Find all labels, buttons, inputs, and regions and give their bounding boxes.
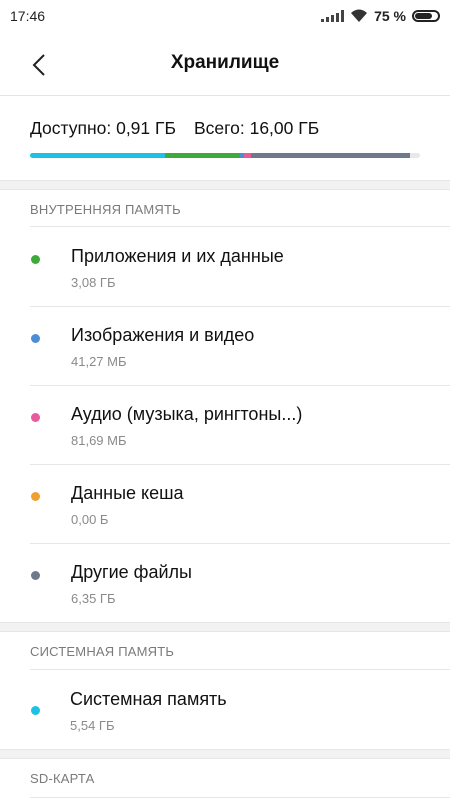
- cache-color-dot: [31, 492, 40, 501]
- storage-summary: Доступно: 0,91 ГБ Всего: 16,00 ГБ: [0, 96, 450, 180]
- section-separator: [0, 749, 450, 759]
- images-color-dot: [31, 334, 40, 343]
- system-color-dot: [31, 706, 40, 715]
- page-title: Хранилище: [170, 52, 280, 73]
- item-label: Данные кеша: [71, 483, 184, 503]
- usage-bar-segment-apps: [164, 153, 240, 158]
- storage-item-cache[interactable]: Данные кеша 0,00 Б: [0, 465, 450, 543]
- other-color-dot: [31, 571, 40, 580]
- storage-item-apps[interactable]: Приложения и их данные 3,08 ГБ: [0, 228, 450, 306]
- item-size: 81,69 МБ: [71, 433, 127, 448]
- battery-percent: 75 %: [374, 8, 406, 24]
- item-size: 3,08 ГБ: [71, 275, 116, 290]
- item-size: 41,27 МБ: [71, 354, 127, 369]
- item-label: Приложения и их данные: [71, 246, 284, 266]
- item-size: 5,54 ГБ: [70, 718, 115, 733]
- section-title-sd-card: SD-КАРТА: [30, 771, 95, 786]
- item-size: 0,00 Б: [71, 512, 109, 527]
- status-time: 17:46: [10, 8, 46, 24]
- total-storage: Всего: 16,00 ГБ: [193, 118, 320, 138]
- item-label: Системная память: [70, 689, 227, 709]
- divider: [30, 226, 450, 227]
- status-icons: 75 %: [321, 8, 440, 24]
- storage-item-other-files[interactable]: Другие файлы 6,35 ГБ: [0, 544, 450, 622]
- usage-bar-segment-system: [30, 153, 165, 158]
- divider: [30, 669, 450, 670]
- apps-color-dot: [31, 255, 40, 264]
- section-title-internal: ВНУТРЕННЯЯ ПАМЯТЬ: [30, 202, 181, 217]
- section-title-system: СИСТЕМНАЯ ПАМЯТЬ: [30, 644, 175, 659]
- battery-icon: [412, 10, 440, 22]
- app-header: Хранилище: [0, 32, 450, 96]
- item-size: 6,35 ГБ: [71, 591, 116, 606]
- section-separator: [0, 622, 450, 632]
- storage-usage-bar: [30, 153, 420, 158]
- status-bar: 17:46 75 %: [0, 0, 450, 32]
- audio-color-dot: [31, 413, 40, 422]
- item-label: Другие файлы: [71, 562, 192, 582]
- signal-icon: [321, 10, 345, 22]
- wifi-icon: [351, 9, 368, 22]
- usage-bar-segment-other: [251, 153, 410, 158]
- storage-item-audio[interactable]: Аудио (музыка, рингтоны...) 81,69 МБ: [0, 386, 450, 464]
- section-separator: [0, 180, 450, 190]
- storage-item-images-video[interactable]: Изображения и видео 41,27 МБ: [0, 307, 450, 385]
- available-storage: Доступно: 0,91 ГБ: [30, 118, 176, 138]
- storage-summary-text: Доступно: 0,91 ГБ Всего: 16,00 ГБ: [30, 118, 319, 139]
- item-label: Изображения и видео: [71, 325, 255, 345]
- storage-item-system[interactable]: Системная память 5,54 ГБ: [0, 671, 450, 749]
- divider: [30, 797, 450, 798]
- item-label: Аудио (музыка, рингтоны...): [71, 404, 303, 424]
